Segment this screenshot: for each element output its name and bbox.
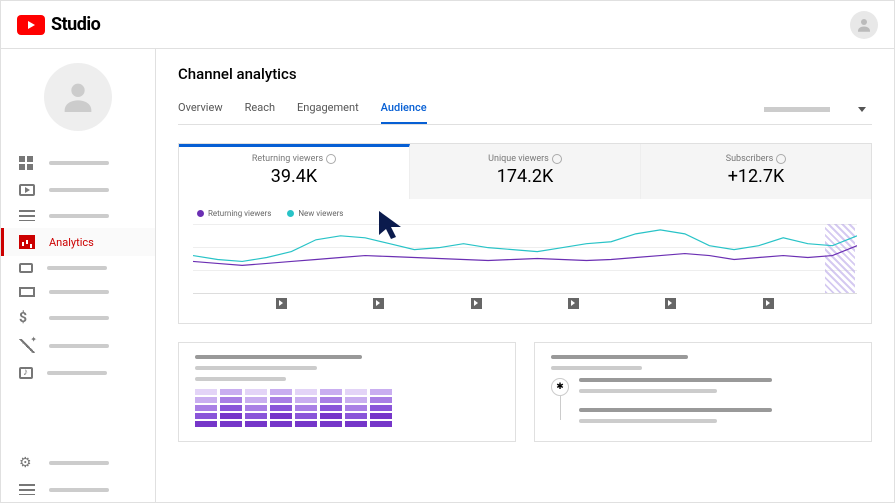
page-title: Channel analytics — [178, 65, 872, 83]
tab-overview[interactable]: Overview — [178, 95, 223, 124]
app-header: Studio — [1, 1, 894, 49]
card-other-content: ✱ — [534, 342, 872, 442]
date-range-dropdown[interactable] — [764, 107, 872, 112]
sidebar-item-feedback[interactable] — [1, 477, 155, 502]
person-icon — [855, 16, 873, 34]
feedback-icon — [19, 484, 35, 495]
video-marker-icon[interactable] — [471, 298, 482, 309]
legend-new: New viewers — [287, 209, 343, 218]
video-marker-icon[interactable] — [568, 298, 579, 309]
sidebar: Analytics — [1, 49, 156, 502]
video-marker-icon[interactable] — [665, 298, 676, 309]
youtube-play-icon — [17, 15, 45, 35]
sidebar-item-playlists[interactable] — [1, 203, 155, 228]
metric-label: Subscribers — [649, 154, 863, 164]
heatmap — [195, 389, 499, 427]
tab-reach[interactable]: Reach — [245, 95, 275, 124]
metric-subscribers[interactable]: Subscribers +12.7K — [641, 144, 871, 199]
metrics-card: Returning viewers 39.4K Unique viewers 1… — [178, 143, 872, 324]
legend-returning: Returning viewers — [197, 209, 271, 218]
main-content: Channel analytics Overview Reach Engagem… — [156, 49, 894, 502]
comment-icon — [19, 263, 33, 273]
wand-icon — [19, 339, 35, 353]
list-icon — [19, 210, 35, 221]
sidebar-item-analytics[interactable]: Analytics — [1, 228, 155, 256]
channel-avatar[interactable] — [44, 63, 112, 131]
sidebar-item-dashboard[interactable] — [1, 149, 155, 177]
tab-engagement[interactable]: Engagement — [297, 95, 359, 124]
metric-value: 174.2K — [418, 166, 632, 187]
chart-area: Returning viewers New viewers — [179, 199, 871, 323]
metric-unique-viewers[interactable]: Unique viewers 174.2K — [410, 144, 641, 199]
metric-returning-viewers[interactable]: Returning viewers 39.4K — [179, 144, 410, 199]
grid-icon — [19, 156, 35, 170]
logo[interactable]: Studio — [17, 14, 100, 35]
metric-value: 39.4K — [187, 166, 401, 187]
gear-icon — [19, 456, 35, 470]
dollar-icon — [19, 311, 35, 325]
analytics-icon — [19, 235, 35, 249]
person-icon — [58, 77, 98, 117]
sidebar-item-subtitles[interactable] — [1, 280, 155, 304]
metric-value: +12.7K — [649, 166, 863, 187]
video-marker-icon[interactable] — [763, 298, 774, 309]
sidebar-item-content[interactable] — [1, 177, 155, 203]
sidebar-item-customization[interactable] — [1, 332, 155, 360]
video-markers — [193, 294, 857, 317]
sidebar-item-settings[interactable] — [1, 449, 155, 477]
tab-audience[interactable]: Audience — [381, 95, 427, 124]
app-name: Studio — [51, 14, 100, 35]
tabs: Overview Reach Engagement Audience — [178, 95, 427, 124]
sidebar-item-audio[interactable] — [1, 360, 155, 386]
music-icon — [19, 367, 33, 379]
line-chart[interactable] — [193, 224, 857, 294]
card-when-viewers-online — [178, 342, 516, 442]
subtitles-icon — [19, 287, 35, 297]
sidebar-item-label: Analytics — [49, 236, 94, 249]
sidebar-item-monetization[interactable] — [1, 304, 155, 332]
bug-icon: ✱ — [551, 378, 569, 396]
video-marker-icon[interactable] — [276, 298, 287, 309]
account-avatar[interactable] — [850, 11, 878, 39]
video-icon — [19, 184, 35, 196]
metric-label: Returning viewers — [187, 154, 401, 164]
chevron-down-icon — [858, 107, 866, 112]
metric-label: Unique viewers — [418, 154, 632, 164]
sidebar-item-comments[interactable] — [1, 256, 155, 280]
video-marker-icon[interactable] — [373, 298, 384, 309]
